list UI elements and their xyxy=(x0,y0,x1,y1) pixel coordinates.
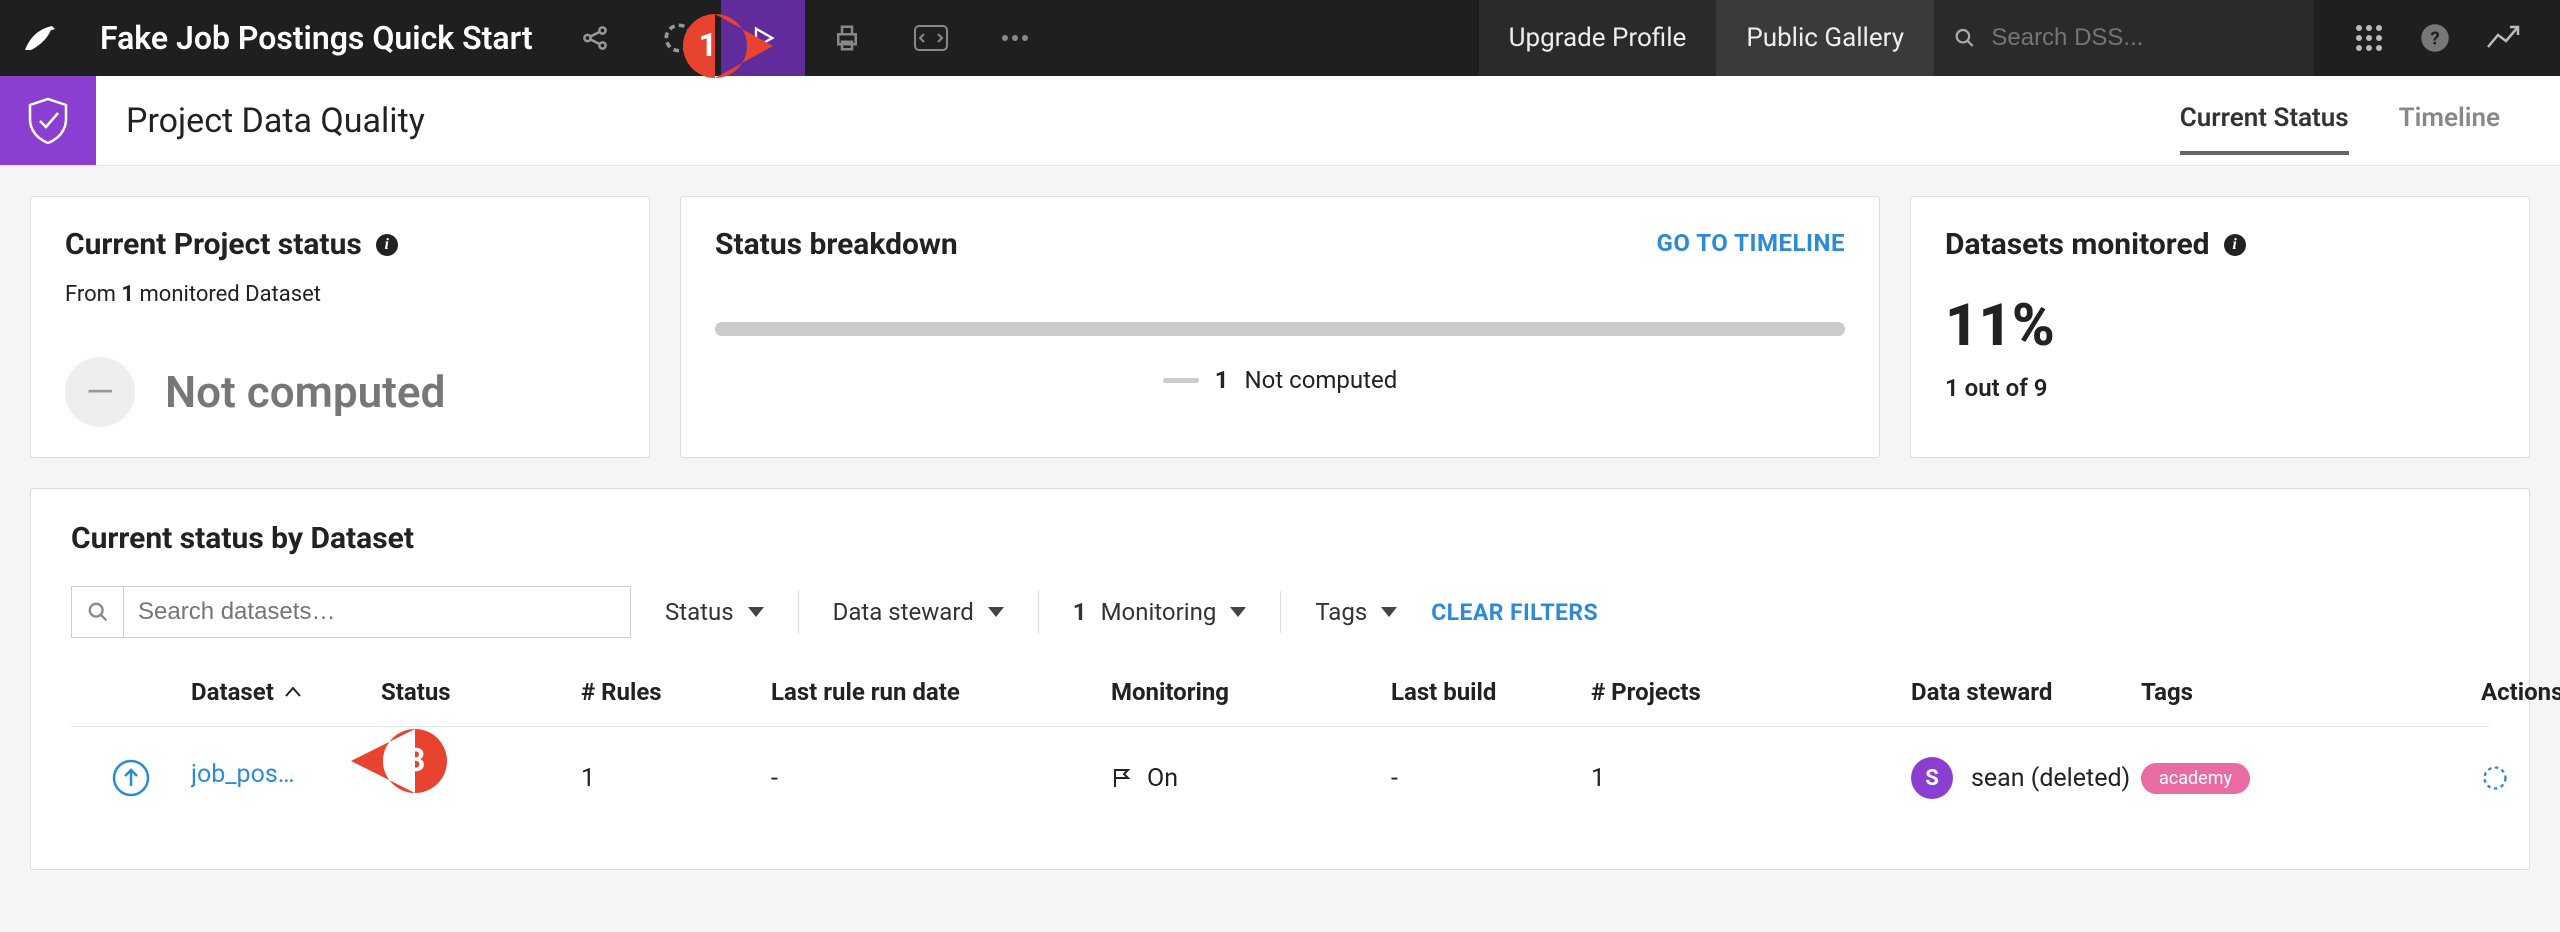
avatar: S xyxy=(1911,757,1953,799)
share-icon xyxy=(580,23,610,53)
row-last-run: - xyxy=(771,764,1111,793)
status-breakdown-card: Status breakdown GO TO TIMELINE 1 Not co… xyxy=(680,196,1880,458)
table-row: job_pos… 1 - On - 1 S sean (deleted) aca… xyxy=(71,727,2489,829)
row-actions[interactable] xyxy=(2481,764,2560,792)
filter-monitoring[interactable]: 1 Monitoring xyxy=(1065,598,1255,626)
col-projects[interactable]: # Projects xyxy=(1591,678,1911,706)
info-icon[interactable]: i xyxy=(2224,234,2246,256)
upgrade-profile-button[interactable]: Upgrade Profile xyxy=(1479,0,1717,76)
project-title[interactable]: Fake Job Postings Quick Start xyxy=(80,0,553,76)
printer-icon xyxy=(832,23,862,53)
bird-icon xyxy=(22,20,58,56)
flag-icon xyxy=(1111,767,1133,789)
monitored-detail: 1 out of 9 xyxy=(1945,374,2495,402)
callout-1: 1 xyxy=(683,14,759,78)
chevron-down-icon xyxy=(748,607,764,617)
project-status-title: Current Project status xyxy=(65,227,362,262)
chevron-down-icon xyxy=(988,607,1004,617)
tag-badge[interactable]: academy xyxy=(2141,763,2250,794)
app-logo[interactable] xyxy=(0,0,80,76)
col-last-run[interactable]: Last rule run date xyxy=(771,678,1111,706)
search-icon xyxy=(1954,26,1975,50)
project-status-card: Current Project status i From 1 monitore… xyxy=(30,196,650,458)
chevron-down-icon xyxy=(1381,607,1397,617)
shield-check-icon xyxy=(26,97,70,145)
top-nav: Fake Job Postings Quick Start 1 Upgrade … xyxy=(0,0,2560,76)
col-steward[interactable]: Data steward xyxy=(1911,678,2141,706)
row-steward: S sean (deleted) xyxy=(1911,757,2141,799)
go-to-timeline-link[interactable]: GO TO TIMELINE xyxy=(1656,229,1845,257)
svg-text:?: ? xyxy=(2430,27,2439,49)
project-status-subtitle: From 1 monitored Dataset xyxy=(65,282,615,307)
col-rules[interactable]: # Rules xyxy=(581,678,771,706)
col-dataset[interactable]: Dataset xyxy=(191,678,381,706)
row-projects: 1 xyxy=(1591,764,1911,793)
page-header: Project Data Quality Current Status Time… xyxy=(0,76,2560,166)
monitored-percent: 11% xyxy=(1945,292,2495,360)
col-tags[interactable]: Tags xyxy=(2141,678,2481,706)
quality-shield[interactable] xyxy=(0,76,96,165)
dataset-upload-icon xyxy=(111,758,151,798)
breakdown-bar xyxy=(715,322,1845,336)
datasets-monitored-card: Datasets monitored i 11% 1 out of 9 xyxy=(1910,196,2530,458)
code-panel-icon xyxy=(914,25,948,51)
page-title: Project Data Quality xyxy=(96,76,2180,165)
global-search[interactable] xyxy=(1934,0,2314,76)
legend-label: Not computed xyxy=(1245,366,1398,394)
callout-3: 3 xyxy=(351,729,447,800)
code-button[interactable] xyxy=(889,0,973,76)
row-rules: 1 xyxy=(581,764,771,793)
trend-arrow-icon[interactable] xyxy=(2486,23,2520,53)
dataset-search-input[interactable] xyxy=(124,587,630,637)
filter-tags[interactable]: Tags xyxy=(1307,598,1405,626)
sort-asc-icon xyxy=(284,686,302,698)
dataset-search[interactable] xyxy=(71,586,631,638)
summary-cards: Current Project status i From 1 monitore… xyxy=(0,166,2560,488)
share-button[interactable] xyxy=(553,0,637,76)
legend-swatch xyxy=(1163,378,1199,383)
clear-filters-button[interactable]: CLEAR FILTERS xyxy=(1431,599,1598,626)
col-monitoring[interactable]: Monitoring xyxy=(1111,678,1391,706)
search-icon xyxy=(72,587,124,637)
col-actions[interactable]: Actions xyxy=(2481,678,2560,706)
table-header: Dataset Status # Rules Last rule run dat… xyxy=(71,638,2489,727)
breakdown-title: Status breakdown xyxy=(715,227,958,262)
dataset-status-panel: Current status by Dataset Status Data st… xyxy=(30,488,2530,870)
panel-title: Current status by Dataset xyxy=(71,521,2489,556)
public-gallery-button[interactable]: Public Gallery xyxy=(1716,0,1934,76)
print-button[interactable] xyxy=(805,0,889,76)
apps-grid-icon[interactable] xyxy=(2354,23,2384,53)
info-icon[interactable]: i xyxy=(376,234,398,256)
ellipsis-icon xyxy=(1001,34,1029,42)
col-status[interactable]: Status xyxy=(381,678,581,706)
status-circle: — xyxy=(65,357,135,427)
page-tabs: Current Status Timeline xyxy=(2180,76,2560,165)
more-button[interactable] xyxy=(973,0,1057,76)
col-last-build[interactable]: Last build xyxy=(1391,678,1591,706)
row-last-build: - xyxy=(1391,764,1591,793)
status-text: Not computed xyxy=(165,366,445,418)
row-monitoring: On xyxy=(1111,764,1391,793)
monitored-title: Datasets monitored xyxy=(1945,227,2210,262)
global-search-input[interactable] xyxy=(1991,24,2294,52)
dataset-link[interactable]: job_pos… xyxy=(191,760,294,789)
tab-current-status[interactable]: Current Status xyxy=(2180,103,2349,155)
tab-timeline[interactable]: Timeline xyxy=(2399,103,2500,155)
help-icon[interactable]: ? xyxy=(2420,23,2450,53)
filter-bar: Status Data steward 1 Monitoring Tags CL… xyxy=(71,586,2489,638)
filter-data-steward[interactable]: Data steward xyxy=(825,598,1012,626)
legend-count: 1 xyxy=(1215,366,1229,394)
loading-icon xyxy=(2481,764,2509,792)
filter-status[interactable]: Status xyxy=(657,598,772,626)
chevron-down-icon xyxy=(1230,607,1246,617)
breakdown-legend: 1 Not computed xyxy=(715,366,1845,394)
